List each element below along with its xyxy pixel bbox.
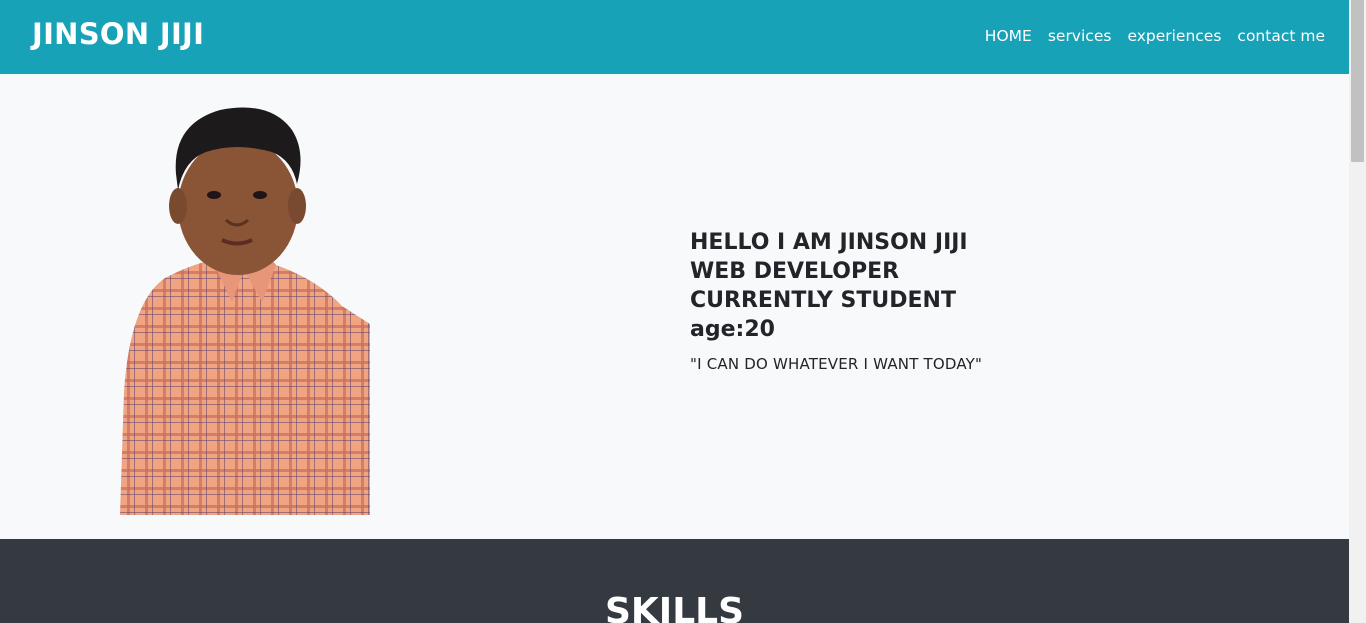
intro-age: age:20	[690, 317, 775, 342]
skills-heading: SKILLS	[604, 591, 745, 623]
nav-link-experiences[interactable]: experiences	[1127, 27, 1221, 45]
intro-quote: "I CAN DO WHATEVER I WANT TODAY"	[690, 355, 983, 373]
hero-section: HELLO I AM JINSON JIJI WEB DEVELOPER CUR…	[0, 74, 1349, 539]
page: JINSON JIJI HOME services experiences co…	[0, 0, 1366, 623]
intro-block: HELLO I AM JINSON JIJI WEB DEVELOPER CUR…	[690, 228, 982, 373]
page-scrollbar[interactable]	[1349, 0, 1366, 623]
nav-links: HOME services experiences contact me	[985, 27, 1325, 45]
nav-link-services[interactable]: services	[1048, 27, 1112, 45]
nav-link-home[interactable]: HOME	[985, 27, 1032, 45]
skills-section: SKILLS	[0, 539, 1349, 623]
nav-link-contact[interactable]: contact me	[1237, 27, 1325, 45]
profile-photo	[120, 107, 370, 515]
navbar: JINSON JIJI HOME services experiences co…	[0, 0, 1349, 74]
intro-status: CURRENTLY STUDENT	[690, 288, 956, 313]
scrollbar-thumb[interactable]	[1351, 0, 1364, 162]
intro-role: WEB DEVELOPER	[690, 259, 900, 284]
intro-greeting: HELLO I AM JINSON JIJI	[690, 230, 968, 255]
brand-link[interactable]: JINSON JIJI	[32, 17, 204, 51]
